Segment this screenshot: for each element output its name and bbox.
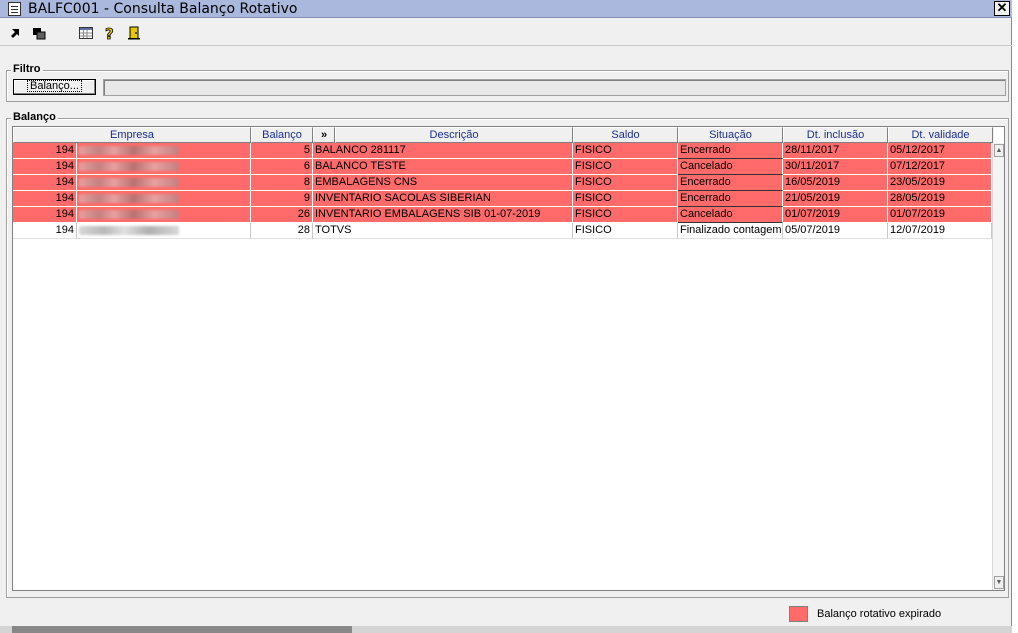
cell-descricao[interactable]: BALANCO TESTE [313, 159, 573, 175]
cell-balanco[interactable]: 6 [251, 159, 313, 175]
cell-descricao[interactable]: INVENTARIO SACOLAS SIBERIAN [313, 191, 573, 207]
cell-validade[interactable]: 05/12/2017 [888, 143, 992, 159]
column-header-saldo[interactable]: Saldo [573, 127, 678, 143]
window-title: BALFC001 - Consulta Balanço Rotativo [28, 1, 298, 17]
cell-situacao[interactable]: Finalizado contagem [678, 223, 783, 239]
cell-empresa[interactable]: 194 [13, 223, 77, 239]
scroll-down-icon[interactable]: ▼ [994, 576, 1004, 589]
table-row[interactable]: 194 8 EMBALAGENS CNS FISICO Encerrado 16/05/2… [13, 175, 992, 191]
cell-empresa-nome-redacted[interactable] [77, 223, 251, 239]
cell-empresa-nome-redacted[interactable] [77, 175, 251, 191]
column-header-balanco[interactable]: Balanço [251, 127, 313, 143]
cell-inclusao[interactable]: 01/07/2019 [783, 207, 888, 223]
cell-empresa[interactable]: 194 [13, 143, 77, 159]
calendar-grid-icon[interactable] [78, 25, 94, 41]
cell-balanco[interactable]: 28 [251, 223, 313, 239]
cell-empresa-nome-redacted[interactable] [77, 143, 251, 159]
redacted-text [79, 210, 179, 219]
balanco-filter-button-label: Balanço... [27, 80, 82, 92]
cell-situacao[interactable]: Cancelado [678, 207, 783, 223]
arrow-select-icon[interactable] [8, 25, 24, 41]
cell-empresa[interactable]: 194 [13, 207, 77, 223]
exit-door-icon[interactable] [126, 25, 142, 41]
legend-label: Balanço rotativo expirado [817, 608, 942, 620]
table-row[interactable]: 194 28 TOTVS FISICO Finalizado contagem 05/07… [13, 223, 992, 239]
cell-descricao[interactable]: INVENTARIO EMBALAGENS SIB 01-07-2019 [313, 207, 573, 223]
filter-group-label: Filtro [11, 63, 43, 76]
redacted-text [79, 226, 179, 235]
cell-saldo[interactable]: FISICO [573, 191, 678, 207]
scroll-up-icon[interactable]: ▲ [994, 144, 1004, 157]
cell-validade[interactable]: 07/12/2017 [888, 159, 992, 175]
document-icon [8, 2, 21, 16]
filter-group: Filtro Balanço... [6, 63, 1009, 102]
toolbar: ? [0, 19, 1012, 46]
cell-descricao[interactable]: EMBALAGENS CNS [313, 175, 573, 191]
table-row[interactable]: 194 6 BALANCO TESTE FISICO Cancelado 30/11/20… [13, 159, 992, 175]
column-header-descricao[interactable]: Descrição [335, 127, 573, 143]
cell-empresa-nome-redacted[interactable] [77, 207, 251, 223]
redacted-text [79, 178, 179, 187]
cell-inclusao[interactable]: 28/11/2017 [783, 143, 888, 159]
expand-columns-icon[interactable]: » [313, 127, 335, 143]
cell-empresa[interactable]: 194 [13, 175, 77, 191]
cell-balanco[interactable]: 26 [251, 207, 313, 223]
vertical-scrollbar[interactable]: ▲ ▼ [992, 143, 1004, 590]
redacted-text [79, 162, 179, 171]
cell-validade[interactable]: 12/07/2019 [888, 223, 992, 239]
column-header-situacao[interactable]: Situação [678, 127, 783, 143]
cell-saldo[interactable]: FISICO [573, 175, 678, 191]
balanco-group-label: Balanço [11, 111, 58, 124]
cell-inclusao[interactable]: 16/05/2019 [783, 175, 888, 191]
column-header-empresa[interactable]: Empresa [13, 127, 251, 143]
balanco-grid[interactable]: Empresa Balanço » Descrição Saldo Situaç… [12, 126, 1005, 591]
cell-inclusao[interactable]: 30/11/2017 [783, 159, 888, 175]
cell-empresa-nome-redacted[interactable] [77, 159, 251, 175]
cell-balanco[interactable]: 9 [251, 191, 313, 207]
cell-saldo[interactable]: FISICO [573, 207, 678, 223]
redacted-text [79, 146, 179, 155]
table-row[interactable]: 194 9 INVENTARIO SACOLAS SIBERIAN FISICO Enc… [13, 191, 992, 207]
grid-header: Empresa Balanço » Descrição Saldo Situaç… [13, 127, 994, 143]
cell-inclusao[interactable]: 05/07/2019 [783, 223, 888, 239]
column-header-dt-validade[interactable]: Dt. validade [888, 127, 993, 143]
redacted-text [79, 194, 179, 203]
copy-window-icon[interactable] [31, 25, 47, 41]
cell-descricao[interactable]: TOTVS [313, 223, 573, 239]
cell-saldo[interactable]: FISICO [573, 223, 678, 239]
cell-validade[interactable]: 28/05/2019 [888, 191, 992, 207]
cell-saldo[interactable]: FISICO [573, 143, 678, 159]
table-row[interactable]: 194 5 BALANCO 281117 FISICO Encerrado 28/11/2… [13, 143, 992, 159]
cell-descricao[interactable]: BALANCO 281117 [313, 143, 573, 159]
column-header-dt-inclusao[interactable]: Dt. inclusão [783, 127, 888, 143]
table-row[interactable]: 194 26 INVENTARIO EMBALAGENS SIB 01-07-201… [13, 207, 992, 223]
cell-situacao[interactable]: Encerrado [678, 143, 783, 159]
cell-empresa[interactable]: 194 [13, 159, 77, 175]
cell-inclusao[interactable]: 21/05/2019 [783, 191, 888, 207]
cell-situacao[interactable]: Encerrado [678, 191, 783, 207]
title-bar[interactable]: BALFC001 - Consulta Balanço Rotativo ✕ [0, 0, 1012, 18]
cell-validade[interactable]: 23/05/2019 [888, 175, 992, 191]
cell-empresa-nome-redacted[interactable] [77, 191, 251, 207]
close-button[interactable]: ✕ [994, 1, 1010, 16]
cell-validade[interactable]: 01/07/2019 [888, 207, 992, 223]
horizontal-scroll-thumb[interactable] [12, 626, 352, 633]
legend-swatch [789, 606, 808, 622]
cell-balanco[interactable]: 5 [251, 143, 313, 159]
main-window: BALFC001 - Consulta Balanço Rotativo ✕ ?… [0, 0, 1012, 633]
cell-situacao[interactable]: Cancelado [678, 159, 783, 175]
horizontal-scrollbar[interactable] [0, 626, 1012, 633]
cell-empresa[interactable]: 194 [13, 191, 77, 207]
cell-situacao[interactable]: Encerrado [678, 175, 783, 191]
help-icon[interactable]: ? [102, 25, 118, 44]
svg-text:?: ? [105, 25, 114, 41]
balanco-filter-button[interactable]: Balanço... [13, 79, 96, 95]
cell-saldo[interactable]: FISICO [573, 159, 678, 175]
cell-balanco[interactable]: 8 [251, 175, 313, 191]
balanco-filter-field[interactable] [103, 79, 1006, 96]
